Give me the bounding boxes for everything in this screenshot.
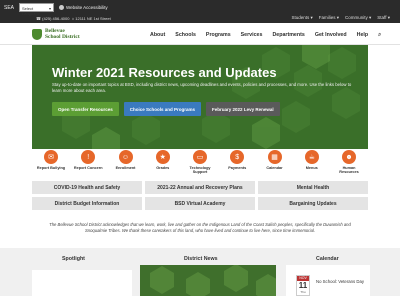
- news-card[interactable]: [140, 265, 276, 296]
- menu-community-label: Community: [345, 15, 368, 20]
- accessibility-icon: [59, 5, 64, 10]
- food-icon: ☕: [304, 150, 319, 164]
- logo-mark: [32, 28, 42, 40]
- alert-icon: !: [81, 150, 96, 164]
- menu-families[interactable]: Families ▾: [319, 15, 339, 21]
- news-image: [150, 265, 276, 296]
- hexagon-pattern: [62, 45, 360, 149]
- quick-link-calendar[interactable]: ▦ Calendar: [260, 149, 290, 179]
- main-header: Bellevue School District About Schools P…: [0, 23, 400, 45]
- language-select[interactable]: Select Language ▾: [19, 3, 54, 16]
- link-mental-health[interactable]: Mental Health: [258, 181, 368, 194]
- calendar-date-badge: NOV 11 Thu: [296, 275, 310, 296]
- quick-link-label: Enrollment: [115, 166, 136, 170]
- calendar-icon: ▦: [267, 150, 282, 164]
- district-logo[interactable]: Bellevue School District: [32, 28, 80, 40]
- audience-menus: Students ▾ Families ▾ Community ▾ Staff …: [291, 15, 390, 21]
- spotlight-card[interactable]: [32, 270, 132, 296]
- contact-info: ☎ (425) 456-4000 ⌂ 12111 NE 1st Street: [36, 16, 111, 21]
- location-icon: ⌂: [71, 16, 75, 21]
- nav-schools[interactable]: Schools: [175, 32, 196, 39]
- calendar-heading: Calendar: [316, 256, 339, 262]
- search-icon[interactable]: ⌕: [378, 32, 381, 39]
- calendar-event-title[interactable]: No School: Veterans Day: [316, 279, 366, 285]
- link-bargaining-updates[interactable]: Bargaining Updates: [258, 197, 368, 210]
- quick-link-menus[interactable]: ☕ Menus: [297, 149, 327, 179]
- open-transfer-button[interactable]: Open Transfer Resources: [52, 102, 119, 116]
- phone-number: (425) 456-4000: [42, 16, 70, 21]
- accessibility-label: Website Accessibility: [66, 5, 108, 10]
- laptop-icon: ▭: [193, 150, 207, 164]
- nav-about[interactable]: About: [150, 32, 165, 39]
- language-select-value: Select Language: [22, 6, 40, 16]
- quick-link-human-resources[interactable]: ☻ Human Resources: [334, 149, 364, 179]
- accessibility-link[interactable]: Website Accessibility: [59, 5, 108, 10]
- nav-get-involved[interactable]: Get Involved: [315, 32, 347, 39]
- land-acknowledgment: The Bellevue School District acknowledge…: [49, 222, 351, 233]
- quick-link-report-concern[interactable]: ! Report Concern: [73, 149, 103, 179]
- hero-banner: Winter 2021 Resources and Updates Stay u…: [32, 45, 368, 149]
- chevron-down-icon: ▾: [48, 6, 51, 11]
- nav-departments[interactable]: Departments: [272, 32, 304, 39]
- quick-link-label: Report Concern: [73, 166, 103, 170]
- menu-staff-label: Staff: [377, 15, 387, 20]
- hero-title: Winter 2021 Resources and Updates: [52, 65, 277, 80]
- quick-link-enrollment[interactable]: ☺ Enrollment: [111, 149, 141, 179]
- quick-link-technology-support[interactable]: ▭ Technology Support: [185, 149, 215, 179]
- address: 12111 NE 1st Street: [75, 16, 111, 21]
- menu-students[interactable]: Students ▾: [291, 15, 312, 21]
- quick-link-grades[interactable]: ★ Grades: [148, 149, 178, 179]
- quick-link-label: Grades: [156, 166, 170, 170]
- choice-schools-button[interactable]: Choice Schools and Programs: [123, 102, 202, 116]
- menu-community[interactable]: Community ▾: [345, 15, 371, 21]
- news-heading: District News: [184, 256, 218, 262]
- bullhorn-icon: ✉: [44, 150, 58, 164]
- logo-text: Bellevue School District: [45, 28, 80, 40]
- quick-link-label: Technology Support: [189, 166, 211, 174]
- quick-link-label: Calendar: [266, 166, 283, 170]
- quick-links-grid: COVID-19 Health and Safety 2021-22 Annua…: [32, 181, 368, 213]
- phone-icon: ☎: [36, 16, 41, 21]
- quick-icons: ✉ Report Bullying ! Report Concern ☺ Enr…: [32, 149, 368, 179]
- hero-description: Stay up-to-date on important topics at B…: [52, 82, 352, 93]
- levy-renewal-button[interactable]: February 2022 Levy Renewal: [206, 102, 280, 116]
- hero-buttons: Open Transfer Resources Choice Schools a…: [52, 102, 280, 116]
- people-icon: ☺: [118, 150, 133, 164]
- nav-programs[interactable]: Programs: [206, 32, 231, 39]
- grades-icon: ★: [155, 150, 170, 164]
- event-day: 11: [298, 281, 308, 290]
- quick-link-payments[interactable]: $ Payments: [222, 149, 252, 179]
- event-weekday: Thu: [300, 290, 306, 294]
- menu-students-label: Students: [291, 15, 310, 20]
- link-virtual-academy[interactable]: BSD Virtual Academy: [145, 197, 255, 210]
- quick-link-label: Human Resources: [339, 166, 359, 174]
- spotlight-heading: Spotlight: [62, 256, 85, 262]
- quick-link-label: Menus: [305, 166, 318, 170]
- nav-help[interactable]: Help: [357, 32, 368, 39]
- quick-link-label: Payments: [228, 166, 247, 170]
- menu-staff[interactable]: Staff ▾: [377, 15, 390, 21]
- utility-bar: SEA Select Language ▾ Website Accessibil…: [0, 0, 400, 23]
- main-nav: About Schools Programs Services Departme…: [150, 32, 381, 39]
- quick-link-report-bullying[interactable]: ✉ Report Bullying: [36, 149, 66, 179]
- region-code: SEA: [4, 5, 15, 11]
- logo-line2: School District: [45, 34, 80, 40]
- link-annual-plans[interactable]: 2021-22 Annual and Recovery Plans: [145, 181, 255, 194]
- payment-icon: $: [230, 150, 245, 164]
- link-budget-information[interactable]: District Budget Information: [32, 197, 142, 210]
- menu-families-label: Families: [318, 15, 336, 20]
- link-covid-health[interactable]: COVID-19 Health and Safety: [32, 181, 142, 194]
- nav-services[interactable]: Services: [241, 32, 263, 39]
- quick-link-label: Report Bullying: [36, 166, 66, 170]
- hr-icon: ☻: [342, 150, 356, 164]
